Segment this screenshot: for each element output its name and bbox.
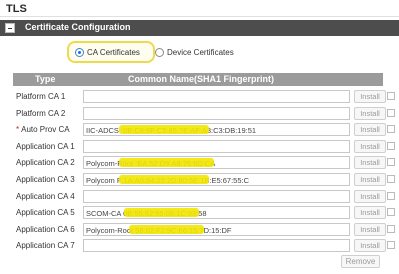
certificate-type-text: Application CA 1 [16, 141, 75, 151]
table-row: Application CA 2 Polycom-Root :EA:52:D9:A… [13, 154, 395, 171]
device-certificates-label[interactable]: Device Certificates [167, 48, 234, 57]
install-button[interactable]: Install [354, 222, 386, 236]
install-button[interactable]: Install [354, 123, 386, 137]
certificate-type-text: Application CA 6 [16, 224, 75, 234]
type-column-header: Type [35, 74, 56, 84]
common-name-field[interactable] [83, 139, 350, 153]
certificate-type-label: Platform CA 1 [16, 92, 65, 101]
certificate-type-text: Platform CA 2 [16, 108, 66, 118]
select-checkbox[interactable] [387, 241, 395, 250]
common-name-field[interactable]: Polycom-Root 58:02:F2:9C:66:15:7D:15:DF [83, 222, 350, 236]
table-row: Application CA 3 Polycom F:1A:A0:84:25:2D… [13, 171, 395, 188]
table-row: Platform CA 2 Install [13, 105, 395, 122]
certificate-type-text: Platform CA 1 [16, 92, 66, 101]
install-button[interactable]: Install [354, 206, 386, 220]
redaction-mark [119, 125, 209, 135]
common-name-field[interactable]: Polycom-Root :EA:52:D9:A8:76:6D:CA [83, 156, 350, 170]
certificate-type-label: Application CA 6 [16, 225, 75, 234]
collapse-icon[interactable] [5, 23, 15, 33]
common-name-field[interactable]: IIC-ADCS :0B:C8:6F:C5:85:7E:AF:A3:C3:DB:… [83, 123, 350, 137]
certificate-type-label: Platform CA 2 [16, 109, 65, 118]
ca-certificates-radio[interactable] [75, 48, 84, 57]
ca-certificates-label[interactable]: CA Certificates [87, 48, 140, 57]
select-checkbox[interactable] [387, 224, 395, 233]
certificate-type-selector: CA Certificates Device Certificates [0, 40, 399, 66]
install-button[interactable]: Install [354, 173, 386, 186]
table-row: Platform CA 1 Install [13, 88, 395, 105]
common-name-field[interactable] [83, 106, 350, 120]
certificate-type-label: Application CA 7 [16, 241, 75, 250]
certificate-type-text: Application CA 2 [16, 158, 75, 168]
certificate-type-label: Application CA 3 [16, 175, 75, 184]
install-button[interactable]: Install [354, 189, 386, 203]
redaction-mark [129, 224, 204, 234]
common-name-field[interactable] [83, 239, 350, 253]
install-button[interactable]: Install [354, 90, 386, 103]
table-row: Application CA 7 Install [13, 237, 395, 254]
section-title: Certificate Configuration [25, 22, 131, 32]
common-name-field[interactable] [83, 90, 350, 103]
table-row: Application CA 1 Install [13, 138, 395, 155]
common-name-field[interactable]: Polycom F:1A:A0:84:25:2D:80:5E:1B:E5:67:… [83, 173, 350, 186]
redaction-mark [119, 175, 209, 184]
select-checkbox[interactable] [387, 175, 395, 183]
certificate-type-label: Application CA 5 [16, 208, 75, 217]
certificate-type-text: Auto Prov CA [21, 125, 70, 135]
certificate-type-text: Application CA 7 [16, 241, 75, 251]
device-certificates-radio[interactable] [155, 48, 164, 57]
select-checkbox[interactable] [387, 125, 395, 134]
certificate-type-text: Application CA 3 [16, 175, 75, 184]
table-row: Application CA 6 Polycom-Root 58:02:F2:9C… [13, 221, 395, 238]
install-button[interactable]: Install [354, 139, 386, 153]
table-header: Type Common Name(SHA1 Fingerprint) [13, 73, 383, 86]
certificate-type-label: Application CA 4 [16, 192, 75, 201]
select-checkbox[interactable] [387, 141, 395, 150]
common-name-column-header: Common Name(SHA1 Fingerprint) [128, 74, 275, 84]
remove-button[interactable]: Remove [341, 255, 380, 268]
install-button[interactable]: Install [354, 156, 386, 170]
redaction-mark [119, 158, 214, 168]
redaction-mark [124, 208, 199, 218]
certificate-type-label: Application CA 1 [16, 142, 75, 151]
select-checkbox[interactable] [387, 108, 395, 117]
select-checkbox[interactable] [387, 92, 395, 100]
section-header: Certificate Configuration [0, 20, 399, 36]
page-title-bar: TLS [0, 0, 399, 17]
certificate-type-text: Application CA 4 [16, 191, 75, 201]
install-button[interactable]: Install [354, 106, 386, 120]
certificate-type-label: Application CA 2 [16, 158, 75, 167]
common-name-field[interactable]: SCOM-CA 0B:55:82:55:08:1C:93:58 [83, 206, 350, 220]
select-checkbox[interactable] [387, 158, 395, 167]
common-name-field[interactable] [83, 189, 350, 203]
select-checkbox[interactable] [387, 208, 395, 217]
install-button[interactable]: Install [354, 239, 386, 253]
table-row: Application CA 4 Install [13, 188, 395, 205]
select-checkbox[interactable] [387, 191, 395, 200]
certificate-type-label: * Auto Prov CA [16, 125, 70, 134]
page-title: TLS [6, 3, 27, 15]
certificate-type-text: Application CA 5 [16, 208, 75, 218]
table-row: *Auto Prov CA IIC-ADCS :0B:C8:6F:C5:85:7E… [13, 121, 395, 138]
table-row: Application CA 5 SCOM-CA 0B:55:82:55:08:1… [13, 204, 395, 221]
required-marker: * [16, 125, 20, 135]
